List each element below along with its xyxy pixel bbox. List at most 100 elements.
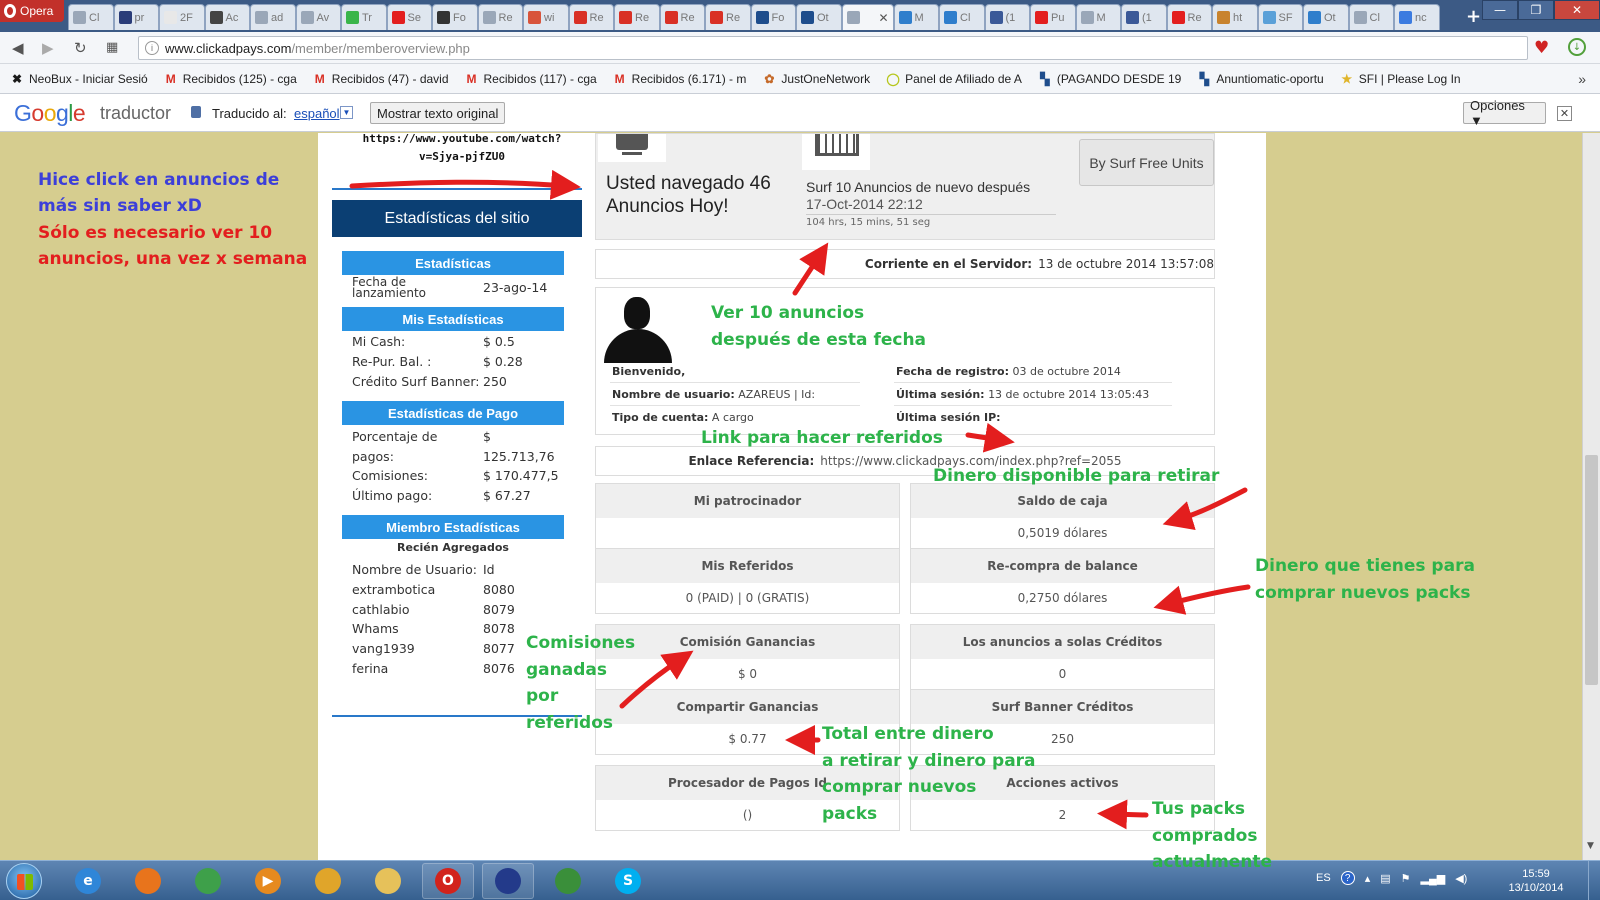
help-icon[interactable]: ?	[1340, 871, 1355, 885]
language-indicator[interactable]: ES	[1316, 872, 1331, 884]
tab[interactable]: 2F	[159, 4, 205, 30]
flag-icon[interactable]: ⚑	[1401, 872, 1411, 885]
bookmark-item[interactable]: M Recibidos (6.171) - m	[613, 72, 747, 86]
reload-icon[interactable]: ↻	[74, 39, 87, 57]
youtube-link[interactable]: https://www.youtube.com/watch?v=Sjya-pjf…	[342, 133, 582, 166]
bookmark-item[interactable]: M Recibidos (47) - david	[313, 72, 449, 86]
tab[interactable]: Ac	[204, 4, 250, 30]
tab[interactable]: Ot	[796, 4, 842, 30]
tab[interactable]: Av	[295, 4, 341, 30]
bookmark-item[interactable]: ✿ JustOneNetwork	[762, 72, 870, 86]
tab[interactable]: SF	[1257, 4, 1303, 30]
close-translate-icon[interactable]: ✕	[1557, 106, 1572, 121]
bookmark-item[interactable]: M Recibidos (117) - cga	[465, 72, 597, 86]
scroll-down-arrow-icon[interactable]: ▼	[1587, 841, 1594, 851]
taskbar-app[interactable]	[122, 863, 174, 899]
taskbar-app[interactable]	[542, 863, 594, 899]
speed-dial-grid-icon[interactable]: ▦	[106, 40, 118, 55]
server-time-box: Corriente en el Servidor: 13 de octubre …	[595, 249, 1215, 279]
last-payment-value: $ 67.27	[483, 488, 531, 503]
tab[interactable]: pr	[113, 4, 159, 30]
taskbar-app[interactable]	[302, 863, 354, 899]
taskbar-app[interactable]	[482, 863, 534, 899]
language-select[interactable]: español	[294, 106, 340, 121]
close-window-button[interactable]: ✕	[1554, 0, 1600, 20]
tab[interactable]: nc	[1394, 4, 1440, 30]
tab[interactable]: Se	[386, 4, 432, 30]
tab[interactable]: M	[893, 4, 939, 30]
volume-icon[interactable]: ◀)	[1455, 872, 1467, 885]
new-tab-button[interactable]: +	[1466, 6, 1481, 27]
tab[interactable]: Tr	[341, 4, 387, 30]
tab[interactable]: Re	[659, 4, 705, 30]
download-icon[interactable]: ↓	[1568, 38, 1586, 56]
tray-expand-icon[interactable]: ▴	[1365, 872, 1371, 885]
taskbar-app[interactable]	[362, 863, 414, 899]
network-icon[interactable]: ▤	[1380, 872, 1390, 885]
tab[interactable]: M	[1075, 4, 1121, 30]
bookmark-item[interactable]: M Recibidos (125) - cga	[164, 72, 297, 86]
forward-arrow-icon[interactable]: ▶	[42, 39, 54, 57]
taskbar-app[interactable]	[182, 863, 234, 899]
tab-favicon-icon	[528, 11, 541, 24]
bookmarks-overflow-icon[interactable]: »	[1578, 71, 1586, 87]
tab[interactable]: Re	[705, 4, 751, 30]
tab[interactable]: wi	[523, 4, 569, 30]
bookmark-item[interactable]: ◯ Panel de Afiliado de A	[886, 72, 1021, 86]
tab[interactable]: Ot	[1303, 4, 1349, 30]
tab[interactable]: Cl	[68, 4, 114, 30]
bookmark-item[interactable]: ★ SFI | Please Log In	[1340, 72, 1460, 86]
tab[interactable]: ht	[1212, 4, 1258, 30]
tab[interactable]: (1	[984, 4, 1030, 30]
site-content: https://www.youtube.com/watch?v=Sjya-pjf…	[318, 133, 1266, 860]
show-original-button[interactable]: Mostrar texto original	[370, 102, 506, 124]
minimize-button[interactable]: —	[1482, 0, 1518, 20]
account-type-row: Tipo de cuenta: A cargo	[612, 411, 754, 424]
system-clock[interactable]: 15:59 13/10/2014	[1506, 867, 1566, 895]
translate-product-label: traductor	[100, 103, 172, 123]
next-surf-date: 17-Oct-2014 22:12	[806, 196, 923, 212]
taskbar-app[interactable]: ▶	[242, 863, 294, 899]
tab[interactable]: Cl	[1348, 4, 1394, 30]
stat-label: Mis Referidos	[596, 549, 899, 583]
back-arrow-icon[interactable]: ◀	[12, 39, 24, 57]
close-tab-icon[interactable]: ✕	[878, 11, 888, 25]
tab-favicon-icon	[1262, 11, 1276, 24]
maximize-button[interactable]: ❐	[1518, 0, 1554, 20]
tab[interactable]: Fo	[750, 4, 796, 30]
skype-icon: S	[615, 868, 641, 894]
tab[interactable]: (1	[1121, 4, 1167, 30]
tab[interactable]: ad	[250, 4, 296, 30]
bookmark-item[interactable]: ▚ Anuntiomatic-oportu	[1197, 72, 1324, 86]
tab[interactable]: Re	[1166, 4, 1212, 30]
tab[interactable]: Pu	[1030, 4, 1076, 30]
percent-row: Porcentaje de pagos: $ 125.713,76	[352, 427, 564, 467]
vertical-scrollbar[interactable]: ▼	[1582, 133, 1600, 860]
tab[interactable]: Re	[568, 4, 614, 30]
site-info-icon[interactable]: i	[145, 41, 159, 55]
taskbar-app[interactable]: e	[62, 863, 114, 899]
tab-active[interactable]: ✕	[841, 4, 894, 30]
signal-icon[interactable]: ▂▄▆	[1421, 872, 1446, 885]
last-payment-row: Último pago: $ 67.27	[352, 486, 564, 506]
launch-date-value: 23-ago-14	[483, 280, 548, 295]
by-surf-free-units-button[interactable]: By Surf Free Units	[1079, 139, 1214, 186]
tab[interactable]: Fo	[432, 4, 478, 30]
bookmark-item[interactable]: ▚ (PAGANDO DESDE 19	[1038, 72, 1181, 86]
show-desktop-button[interactable]	[1588, 861, 1600, 900]
start-button[interactable]	[6, 863, 42, 899]
tab[interactable]: Re	[614, 4, 660, 30]
tab[interactable]: Cl	[939, 4, 985, 30]
taskbar-app[interactable]: O	[422, 863, 474, 899]
translate-options-button[interactable]: Opciones ▼	[1463, 98, 1546, 128]
url-field[interactable]: i www.clickadpays.com /member/memberover…	[138, 36, 1528, 60]
stash-heart-icon[interactable]: ♥	[1534, 38, 1549, 58]
tab-label: Ot	[1324, 11, 1336, 24]
chevron-down-icon[interactable]: ▼	[340, 106, 353, 119]
bookmark-item[interactable]: ✖ NeoBux - Iniciar Sesió	[10, 72, 148, 86]
taskbar-app[interactable]: S	[602, 863, 654, 899]
tab[interactable]: Re	[477, 4, 523, 30]
scrollbar-thumb[interactable]	[1585, 455, 1598, 685]
tab-favicon-icon	[710, 11, 723, 24]
opera-menu-button[interactable]: Opera	[0, 0, 64, 22]
